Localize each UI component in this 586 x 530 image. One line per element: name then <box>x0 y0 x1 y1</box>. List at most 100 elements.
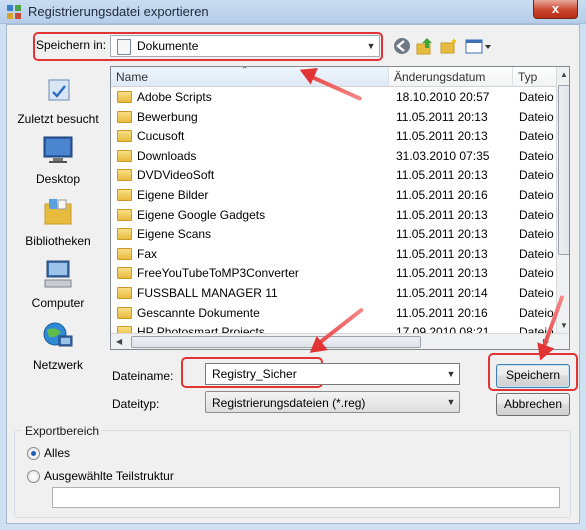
column-header-type[interactable]: Typ <box>513 67 557 87</box>
folder-icon <box>117 130 132 143</box>
file-type: Dateio <box>519 266 554 281</box>
folder-icon <box>117 91 132 103</box>
file-type: Dateio <box>519 246 554 261</box>
column-header-name[interactable]: Name ⌃ <box>111 67 389 87</box>
file-row[interactable]: Eigene Google Gadgets 11.05.2011 20:13 Dat… <box>111 206 556 226</box>
export-range-label: Exportbereich <box>22 424 103 438</box>
cancel-button[interactable]: Abbrechen <box>496 393 570 416</box>
file-name: FUSSBALL MANAGER 11 <box>117 284 278 303</box>
folder-icon <box>117 247 132 260</box>
place-libraries[interactable]: Bibliotheken <box>12 196 104 248</box>
file-date: 11.05.2011 20:13 <box>396 227 488 242</box>
places-bar: Zuletzt besucht Desktop Bibliotheken Com… <box>12 66 104 384</box>
filetype-label: Dateityp: <box>112 397 160 411</box>
file-type: Dateio <box>519 188 554 202</box>
place-network-label: Netzwerk <box>32 358 83 372</box>
filename-input[interactable] <box>212 367 432 381</box>
file-name: DVDVideoSoft <box>117 166 214 185</box>
place-network[interactable]: Netzwerk <box>12 320 104 372</box>
file-date: 31.03.2010 07:35 <box>396 148 490 163</box>
file-date: 11.05.2011 20:13 <box>396 168 488 183</box>
file-row[interactable]: Eigene Bilder 11.05.2011 20:16 Dateio <box>111 186 556 206</box>
file-row[interactable]: Fax 11.05.2011 20:13 Dateio <box>111 245 556 265</box>
radio-branch[interactable] <box>27 470 40 483</box>
folder-icon <box>117 149 132 162</box>
file-date: 11.05.2011 20:16 <box>396 188 488 202</box>
back-icon[interactable] <box>392 36 412 56</box>
up-folder-icon[interactable] <box>415 36 435 56</box>
recent-places-icon <box>48 79 70 101</box>
close-button[interactable]: x <box>533 0 578 19</box>
desktop-icon <box>43 136 73 163</box>
column-header-date[interactable]: Änderungsdatum <box>389 67 513 87</box>
file-row[interactable]: FUSSBALL MANAGER 11 11.05.2011 20:14 Datei… <box>111 284 556 304</box>
chevron-down-icon: ▼ <box>446 397 456 407</box>
branch-path-input[interactable] <box>52 487 560 508</box>
file-date: 11.05.2011 20:14 <box>396 286 488 300</box>
file-name: Eigene Bilder <box>117 186 208 205</box>
file-name: Adobe Scripts <box>117 88 212 107</box>
file-date: 11.05.2011 20:13 <box>396 266 488 281</box>
file-row[interactable]: Cucusoft 11.05.2011 20:13 Dateio <box>111 127 556 147</box>
file-row[interactable]: Bewerbung 11.05.2011 20:13 Dateio <box>111 108 556 128</box>
save-button[interactable]: Speichern <box>496 364 570 388</box>
file-name: FreeYouTubeToMP3Converter <box>117 264 299 283</box>
registry-app-icon <box>7 5 21 19</box>
file-row[interactable]: DVDVideoSoft 11.05.2011 20:13 Dateio <box>111 166 556 186</box>
folder-icon <box>117 208 132 221</box>
column-type-label: Typ <box>518 70 538 84</box>
file-row[interactable]: FreeYouTubeToMP3Converter 11.05.2011 20:1… <box>111 264 556 284</box>
filetype-dropdown[interactable]: Registrierungsdateien (*.reg) ▼ <box>205 391 460 413</box>
file-type: Dateio <box>519 207 554 222</box>
place-libraries-label: Bibliotheken <box>25 234 91 248</box>
radio-branch-label[interactable]: Ausgewählte Teilstruktur <box>44 469 174 483</box>
folder-icon <box>117 189 132 201</box>
lookin-value: Dokumente <box>137 39 199 53</box>
horizontal-scroll-thumb[interactable] <box>131 336 421 348</box>
place-desktop[interactable]: Desktop <box>12 134 104 186</box>
lookin-label: Speichern in: <box>36 38 107 52</box>
scroll-down-icon[interactable]: ▼ <box>560 321 568 330</box>
file-date: 11.05.2011 20:13 <box>396 246 488 261</box>
radio-all[interactable] <box>27 447 40 460</box>
chevron-down-icon: ▼ <box>366 41 376 51</box>
sort-arrow-icon: ⌃ <box>241 66 249 75</box>
radio-all-label[interactable]: Alles <box>44 446 70 460</box>
file-name: Eigene Scans <box>117 225 211 244</box>
filename-label: Dateiname: <box>112 369 174 383</box>
view-menu-icon[interactable] <box>464 36 492 56</box>
place-recent[interactable]: Zuletzt besucht <box>12 74 104 126</box>
file-date: 11.05.2011 20:13 <box>396 129 488 144</box>
file-row[interactable]: Gescannte Dokumente 11.05.2011 20:16 Datei… <box>111 304 556 324</box>
file-list[interactable]: Name ⌃ Änderungsdatum Typ Adobe Scripts 1… <box>110 66 570 350</box>
folder-icon <box>117 169 132 182</box>
file-row[interactable]: Adobe Scripts 18.10.2010 20:57 Dateio <box>111 88 556 108</box>
file-name: Eigene Google Gadgets <box>117 206 265 225</box>
folder-icon <box>117 287 132 299</box>
filename-field[interactable]: ▼ <box>205 363 460 385</box>
scroll-up-icon[interactable]: ▲ <box>560 70 568 79</box>
documents-folder-icon <box>117 39 131 55</box>
vertical-scroll-thumb[interactable] <box>558 85 569 255</box>
file-row[interactable]: Downloads 31.03.2010 07:35 Dateio <box>111 147 556 167</box>
file-type: Dateio <box>519 168 554 183</box>
file-date: 11.05.2011 20:13 <box>396 109 488 124</box>
title-bar: Registrierungsdatei exportieren x <box>0 0 586 24</box>
vertical-scrollbar[interactable]: ▲ ▼ <box>556 67 569 333</box>
file-row[interactable]: Eigene Scans 11.05.2011 20:13 Dateio <box>111 225 556 245</box>
file-name: Fax <box>117 245 157 264</box>
folder-icon <box>117 267 132 280</box>
column-date-label: Änderungsdatum <box>394 70 486 84</box>
horizontal-scrollbar[interactable]: ◀ ▶ <box>111 333 569 349</box>
scroll-left-icon[interactable]: ◀ <box>116 337 122 346</box>
folder-icon <box>117 110 132 123</box>
lookin-dropdown[interactable]: Dokumente ▼ <box>110 35 380 57</box>
network-icon <box>43 322 73 347</box>
computer-icon <box>44 260 72 288</box>
filetype-value: Registrierungsdateien (*.reg) <box>212 396 366 410</box>
chevron-down-icon[interactable]: ▼ <box>443 364 459 384</box>
place-computer[interactable]: Computer <box>12 258 104 310</box>
file-type: Dateio <box>519 109 554 124</box>
new-folder-icon[interactable] <box>439 36 459 56</box>
file-type: Dateio <box>519 227 554 242</box>
